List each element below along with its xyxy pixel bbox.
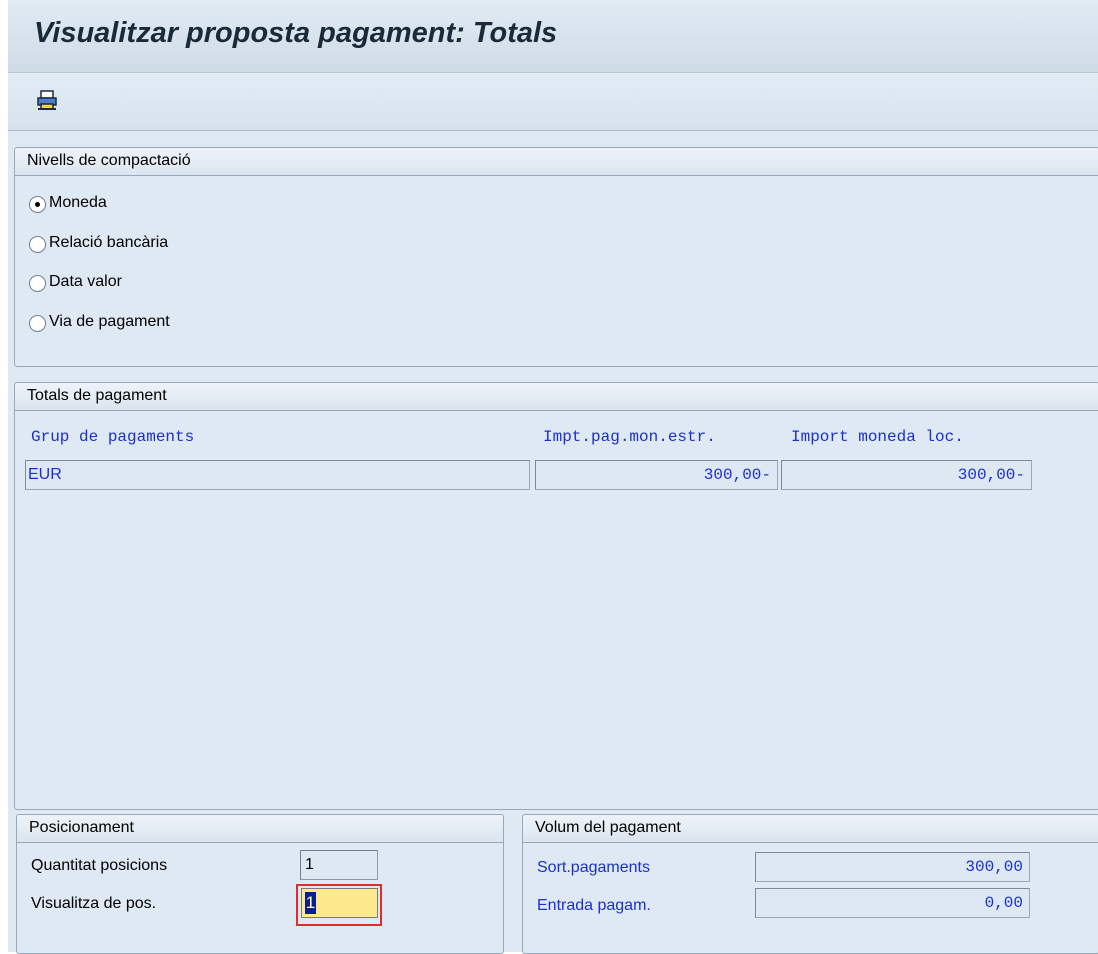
radio-data-valor[interactable]: Data valor <box>29 272 229 296</box>
group-title: Nivells de compactació <box>27 152 191 169</box>
outgoing-payments-label: Sort.pagaments <box>537 859 650 876</box>
application-toolbar <box>8 73 1098 131</box>
radio-unselected-icon[interactable] <box>29 236 46 253</box>
printer-icon[interactable] <box>36 89 58 111</box>
payment-totals-group: Totals de pagament Grup de pagaments Imp… <box>14 382 1098 810</box>
table-cell-local-amount[interactable]: 300,00- <box>781 460 1032 490</box>
payment-volume-group: Volum del pagament Sort.pagaments 300,00… <box>522 814 1098 954</box>
radio-unselected-icon[interactable] <box>29 275 46 292</box>
table-cell-payment-group[interactable]: EUR <box>25 460 530 490</box>
group-header: Posicionament <box>17 815 503 843</box>
group-header: Volum del pagament <box>523 815 1098 843</box>
column-header-payment-group: Grup de pagaments <box>31 428 195 446</box>
group-title: Volum del pagament <box>535 819 681 836</box>
main-content: Nivells de compactació Moneda Relació ba… <box>8 131 1098 954</box>
outgoing-payments-value: 300,00 <box>755 852 1030 882</box>
radio-label: Via de pagament <box>49 313 170 330</box>
radio-via-pagament[interactable]: Via de pagament <box>29 312 279 336</box>
radio-label: Data valor <box>49 273 122 290</box>
group-header: Totals de pagament <box>15 383 1098 411</box>
radio-moneda[interactable]: Moneda <box>29 193 229 217</box>
radio-label: Moneda <box>49 194 107 211</box>
radio-label: Relació bancària <box>49 234 169 251</box>
radio-selected-icon[interactable] <box>29 196 46 213</box>
incoming-payments-value: 0,00 <box>755 888 1030 918</box>
group-header: Nivells de compactació <box>15 148 1098 176</box>
incoming-payments-label: Entrada pagam. <box>537 897 651 914</box>
display-from-position-value: 1 <box>305 892 316 914</box>
radio-relacio-bancaria[interactable]: Relació bancària <box>29 233 279 257</box>
page-title: Visualitzar proposta pagament: Totals <box>34 17 558 49</box>
radio-unselected-icon[interactable] <box>29 315 46 332</box>
column-header-foreign-amount: Impt.pag.mon.estr. <box>543 428 716 446</box>
table-cell-foreign-amount[interactable]: 300,00- <box>535 460 778 490</box>
column-header-local-amount: Import moneda loc. <box>791 428 964 446</box>
display-from-position-label: Visualitza de pos. <box>31 895 157 912</box>
display-from-position-input[interactable]: 1 <box>301 888 378 918</box>
title-bar: Visualitzar proposta pagament: Totals <box>8 0 1098 73</box>
compaction-levels-group: Nivells de compactació Moneda Relació ba… <box>14 147 1098 367</box>
positioning-group: Posicionament Quantitat posicions 1 Visu… <box>16 814 504 954</box>
group-title: Posicionament <box>29 819 134 836</box>
group-title: Totals de pagament <box>27 387 167 404</box>
quantity-positions-label: Quantitat posicions <box>31 857 168 874</box>
quantity-positions-field: 1 <box>300 850 378 880</box>
